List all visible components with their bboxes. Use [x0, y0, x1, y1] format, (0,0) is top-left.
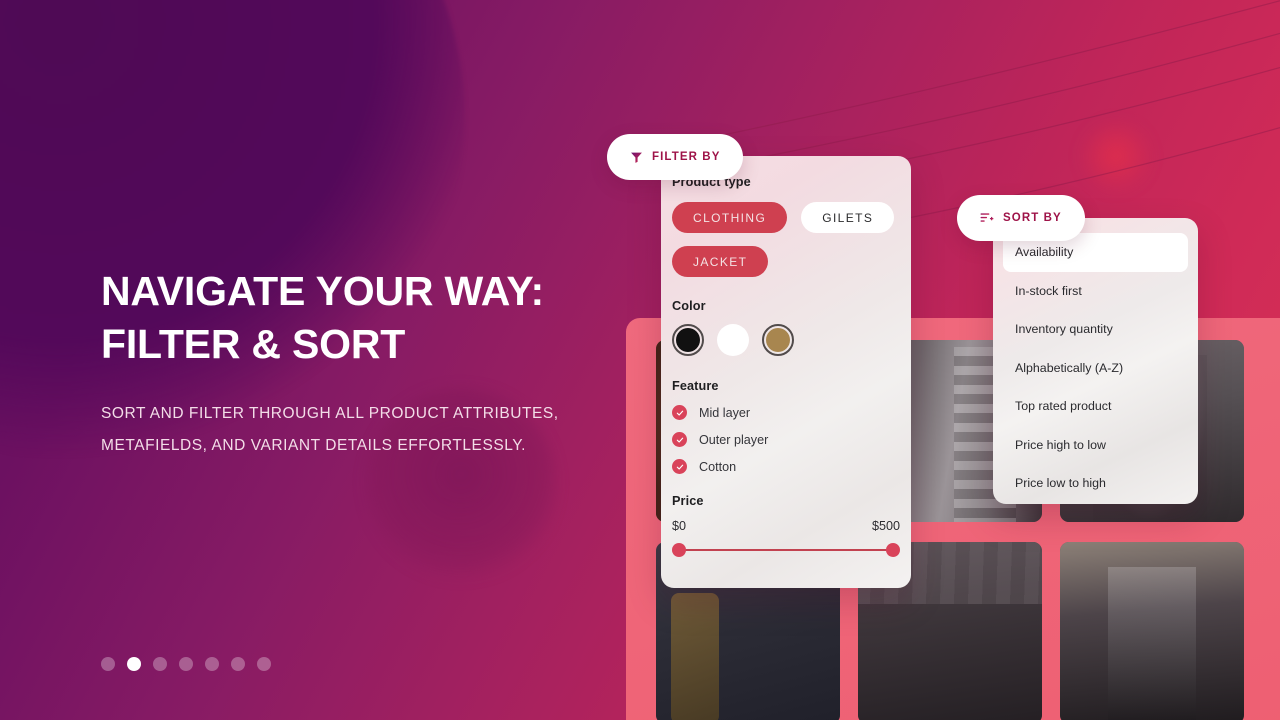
headline-line-1: NAVIGATE YOUR WAY: [101, 268, 544, 314]
sort-panel: Availability In-stock first Inventory quan… [993, 218, 1198, 504]
page-title: NAVIGATE YOUR WAY: FILTER & SORT [101, 265, 621, 371]
filter-by-label: FILTER BY [652, 151, 721, 163]
color-swatch-white[interactable] [717, 324, 749, 356]
feature-row[interactable]: Cotton [672, 459, 900, 474]
sort-by-button[interactable]: SORT BY [957, 195, 1085, 241]
price-slider-knob-max[interactable] [886, 543, 900, 557]
sort-option[interactable]: Price low to high [1003, 464, 1188, 503]
checkbox-checked-icon[interactable] [672, 405, 687, 420]
carousel-dot-5[interactable] [205, 657, 219, 671]
carousel-pagination[interactable] [101, 657, 271, 671]
feature-row[interactable]: Mid layer [672, 405, 900, 420]
sort-option-list: Availability In-stock first Inventory quan… [1003, 233, 1188, 503]
carousel-dot-3[interactable] [153, 657, 167, 671]
feature-label: Cotton [699, 459, 737, 474]
chip-jacket[interactable]: JACKET [672, 246, 769, 277]
price-slider-track [679, 549, 893, 551]
color-heading: Color [672, 299, 706, 313]
price-slider-knob-min[interactable] [672, 543, 686, 557]
feature-heading: Feature [672, 379, 719, 393]
sort-option[interactable]: Price high to low [1003, 426, 1188, 465]
sort-by-label: SORT BY [1003, 212, 1062, 224]
filter-panel: Product type CLOTHING GILETS JACKET Colo… [661, 156, 911, 588]
product-image [1060, 542, 1244, 720]
feature-label: Outer player [699, 432, 769, 447]
subtitle-line-2: METAFIELDS, AND VARIANT DETAILS EFFORTLE… [101, 437, 526, 454]
color-swatch-black[interactable] [672, 324, 704, 356]
headline-line-2: FILTER & SORT [101, 321, 406, 367]
feature-label: Mid layer [699, 405, 751, 420]
sort-list-icon [980, 213, 994, 222]
checkbox-checked-icon[interactable] [672, 432, 687, 447]
sort-option[interactable]: Inventory quantity [1003, 310, 1188, 349]
carousel-dot-6[interactable] [231, 657, 245, 671]
color-swatch-tan[interactable] [762, 324, 794, 356]
carousel-dot-4[interactable] [179, 657, 193, 671]
checkbox-checked-icon[interactable] [672, 459, 687, 474]
chip-gilets[interactable]: GILETS [801, 202, 895, 233]
chip-clothing[interactable]: CLOTHING [672, 202, 788, 233]
hero-subtitle: SORT AND FILTER THROUGH ALL PRODUCT ATTR… [101, 398, 621, 462]
product-type-chip-row-1: CLOTHING GILETS [672, 202, 900, 233]
carousel-dot-2[interactable] [127, 657, 141, 671]
price-heading: Price [672, 494, 704, 508]
funnel-filter-icon [631, 152, 642, 163]
product-type-chip-row-2: JACKET [672, 246, 900, 277]
subtitle-line-1: SORT AND FILTER THROUGH ALL PRODUCT ATTR… [101, 405, 559, 422]
feature-row[interactable]: Outer player [672, 432, 900, 447]
hero-banner: NAVIGATE YOUR WAY: FILTER & SORT SORT AN… [0, 0, 1280, 720]
color-swatch-fill [766, 328, 790, 352]
color-swatch-fill [717, 324, 749, 356]
color-swatch-fill [676, 328, 700, 352]
price-max-label: $500 [871, 519, 900, 533]
color-swatch-row [672, 324, 900, 356]
sort-option[interactable]: In-stock first [1003, 272, 1188, 311]
sort-option[interactable]: Alphabetically (A-Z) [1003, 349, 1188, 388]
price-min-label: $0 [672, 519, 687, 533]
price-range-labels: $0 $500 [672, 519, 900, 533]
carousel-dot-7[interactable] [257, 657, 271, 671]
hero-copy: NAVIGATE YOUR WAY: FILTER & SORT SORT AN… [101, 265, 621, 462]
feature-checkbox-list: Mid layer Outer player Cotton [672, 405, 900, 474]
price-range-slider[interactable] [672, 543, 900, 557]
product-card-man-with-leather-jacket-and-backpack[interactable] [1060, 542, 1244, 720]
filter-by-button[interactable]: FILTER BY [607, 134, 744, 180]
sort-option[interactable]: Top rated product [1003, 387, 1188, 426]
carousel-dot-1[interactable] [101, 657, 115, 671]
